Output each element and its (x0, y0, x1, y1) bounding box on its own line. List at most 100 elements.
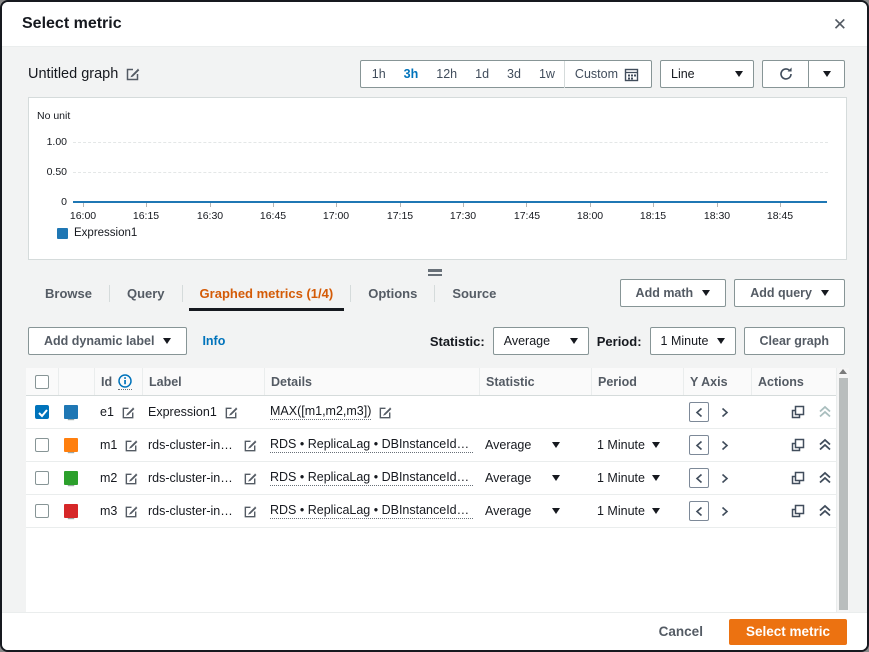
edit-icon[interactable] (224, 405, 239, 420)
refresh-button[interactable] (763, 61, 808, 87)
metric-details[interactable]: RDS • ReplicaLag • DBInstanceIde... (270, 503, 473, 519)
refresh-options-button[interactable] (808, 61, 844, 87)
metric-details[interactable]: MAX([m1,m2,m3]) (270, 404, 371, 420)
y-tick: 0 (35, 196, 67, 208)
row-period-select[interactable]: 1 Minute (597, 438, 645, 452)
chevron-down-icon[interactable] (652, 442, 660, 448)
chevron-down-icon[interactable] (552, 475, 560, 481)
info-icon[interactable] (118, 374, 132, 388)
tab-graphed-metrics[interactable]: Graphed metrics (1/4) (183, 278, 351, 308)
add-dynamic-label-button[interactable]: Add dynamic label (28, 327, 187, 355)
duplicate-icon[interactable] (791, 438, 805, 452)
edit-graph-title-icon[interactable] (125, 66, 141, 82)
metric-chart[interactable]: No unit 1.00 0.50 0 16:00 16:15 16:30 16… (28, 97, 847, 260)
duplicate-icon[interactable] (791, 471, 805, 485)
tab-options[interactable]: Options (351, 278, 434, 308)
header-period: Period (591, 368, 683, 395)
edit-icon[interactable] (378, 405, 393, 420)
edit-icon[interactable] (243, 438, 258, 453)
metric-label: rds-cluster-ins... (148, 471, 236, 485)
tab-query[interactable]: Query (110, 278, 182, 308)
chart-type-select[interactable]: Line (660, 60, 754, 88)
select-metric-button[interactable]: Select metric (729, 619, 847, 645)
y-axis-right-button[interactable] (716, 468, 732, 488)
row-statistic-select[interactable]: Average (485, 471, 531, 485)
statistic-select[interactable]: Average (493, 327, 589, 355)
row-period-select[interactable]: 1 Minute (597, 504, 645, 518)
table-row: m3 rds-cluster-ins... RDS • ReplicaLag •… (26, 495, 849, 528)
move-to-top-icon[interactable] (817, 503, 833, 519)
chevron-down-icon[interactable] (552, 508, 560, 514)
panel-resize-handle[interactable] (428, 269, 442, 276)
color-swatch[interactable] (64, 438, 78, 452)
metric-label: rds-cluster-ins... (148, 438, 236, 452)
row-statistic-select[interactable]: Average (485, 438, 531, 452)
tabs-bar: Browse Query Graphed metrics (1/4) Optio… (28, 278, 845, 308)
row-checkbox[interactable] (35, 405, 49, 419)
color-swatch[interactable] (64, 504, 78, 518)
time-range-1w[interactable]: 1w (530, 67, 564, 81)
y-axis-left-button[interactable] (689, 435, 709, 455)
y-axis-left-button[interactable] (689, 402, 709, 422)
time-range-1h[interactable]: 1h (363, 67, 395, 81)
move-to-top-icon[interactable] (817, 470, 833, 486)
color-swatch[interactable] (64, 405, 78, 419)
header-y-axis: Y Axis (683, 368, 751, 395)
gridline (73, 142, 828, 143)
y-axis-left-button[interactable] (689, 468, 709, 488)
row-checkbox[interactable] (35, 504, 49, 518)
scroll-up-icon[interactable] (839, 369, 847, 374)
move-to-top-icon[interactable] (817, 437, 833, 453)
y-axis-right-button[interactable] (716, 402, 732, 422)
series-line-expression1 (73, 201, 827, 203)
add-math-button[interactable]: Add math (620, 279, 727, 307)
table-scrollbar[interactable] (836, 368, 849, 612)
edit-icon[interactable] (243, 504, 258, 519)
select-all-checkbox[interactable] (35, 375, 49, 389)
collapse-up-icon[interactable] (817, 404, 833, 420)
edit-icon[interactable] (243, 471, 258, 486)
y-axis-right-button[interactable] (716, 435, 732, 455)
y-axis-right-button[interactable] (716, 501, 732, 521)
time-range-1d[interactable]: 1d (466, 67, 498, 81)
info-link[interactable]: Info (202, 334, 225, 348)
time-range-3h[interactable]: 3h (395, 67, 428, 81)
metric-id: m1 (100, 438, 117, 452)
period-label: Period: (597, 334, 642, 349)
dialog-header: Select metric ✕ (2, 2, 867, 47)
y-axis-left-button[interactable] (689, 501, 709, 521)
edit-icon[interactable] (124, 504, 139, 519)
row-checkbox[interactable] (35, 438, 49, 452)
row-checkbox[interactable] (35, 471, 49, 485)
x-tick: 18:45 (760, 210, 800, 222)
add-query-button[interactable]: Add query (734, 279, 845, 307)
duplicate-icon[interactable] (791, 405, 805, 419)
cancel-button[interactable]: Cancel (659, 624, 703, 639)
edit-icon[interactable] (121, 405, 136, 420)
chevron-down-icon[interactable] (652, 475, 660, 481)
row-period-select[interactable]: 1 Minute (597, 471, 645, 485)
clear-graph-button[interactable]: Clear graph (744, 327, 845, 355)
tab-browse[interactable]: Browse (28, 278, 109, 308)
time-range-custom[interactable]: Custom (565, 67, 649, 82)
scrollbar-thumb[interactable] (839, 378, 848, 610)
chevron-down-icon[interactable] (652, 508, 660, 514)
close-icon[interactable]: ✕ (833, 16, 847, 33)
row-statistic-select[interactable]: Average (485, 504, 531, 518)
tab-source[interactable]: Source (435, 278, 513, 308)
metric-details[interactable]: RDS • ReplicaLag • DBInstanceIde... (270, 470, 473, 486)
table-row: m1 rds-cluster-ins... RDS • ReplicaLag •… (26, 429, 849, 462)
time-range-3d[interactable]: 3d (498, 67, 530, 81)
edit-icon[interactable] (124, 438, 139, 453)
edit-icon[interactable] (124, 471, 139, 486)
chevron-down-icon[interactable] (552, 442, 560, 448)
period-select[interactable]: 1 Minute (650, 327, 736, 355)
duplicate-icon[interactable] (791, 504, 805, 518)
header-checkbox-cell (26, 368, 58, 395)
x-tick: 18:15 (633, 210, 673, 222)
chart-legend[interactable]: Expression1 (57, 227, 137, 239)
metric-details[interactable]: RDS • ReplicaLag • DBInstanceIde... (270, 437, 473, 453)
select-metric-dialog: Select metric ✕ Untitled graph 1h 3h 12h… (0, 0, 869, 652)
time-range-12h[interactable]: 12h (427, 67, 466, 81)
color-swatch[interactable] (64, 471, 78, 485)
